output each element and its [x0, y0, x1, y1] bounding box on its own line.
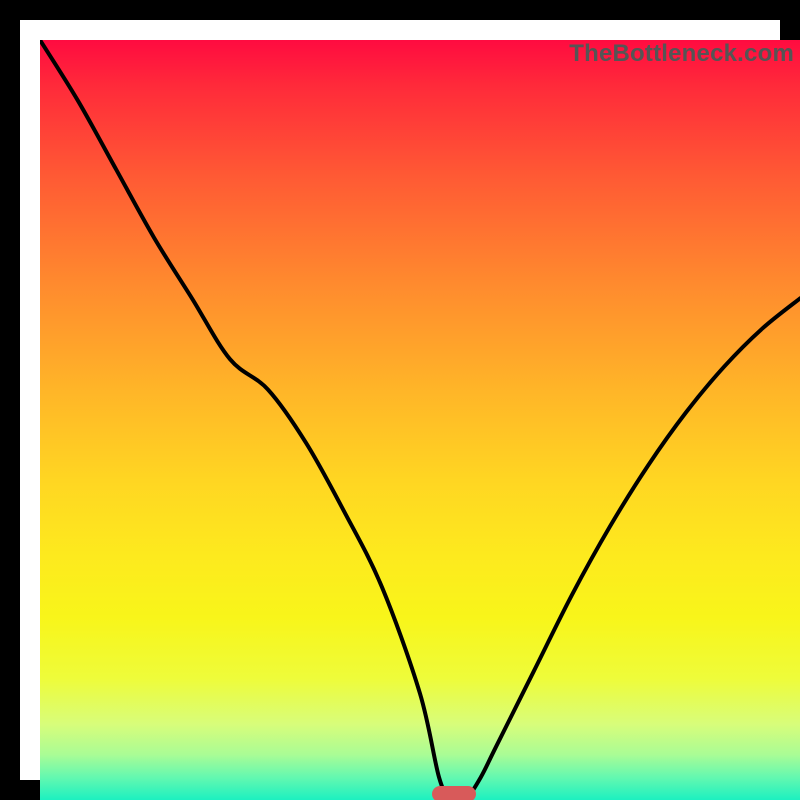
bottleneck-curve: [40, 40, 800, 800]
plot-area: TheBottleneck.com: [40, 40, 800, 800]
optimal-marker: [432, 786, 476, 800]
chart-frame: TheBottleneck.com: [0, 0, 800, 800]
